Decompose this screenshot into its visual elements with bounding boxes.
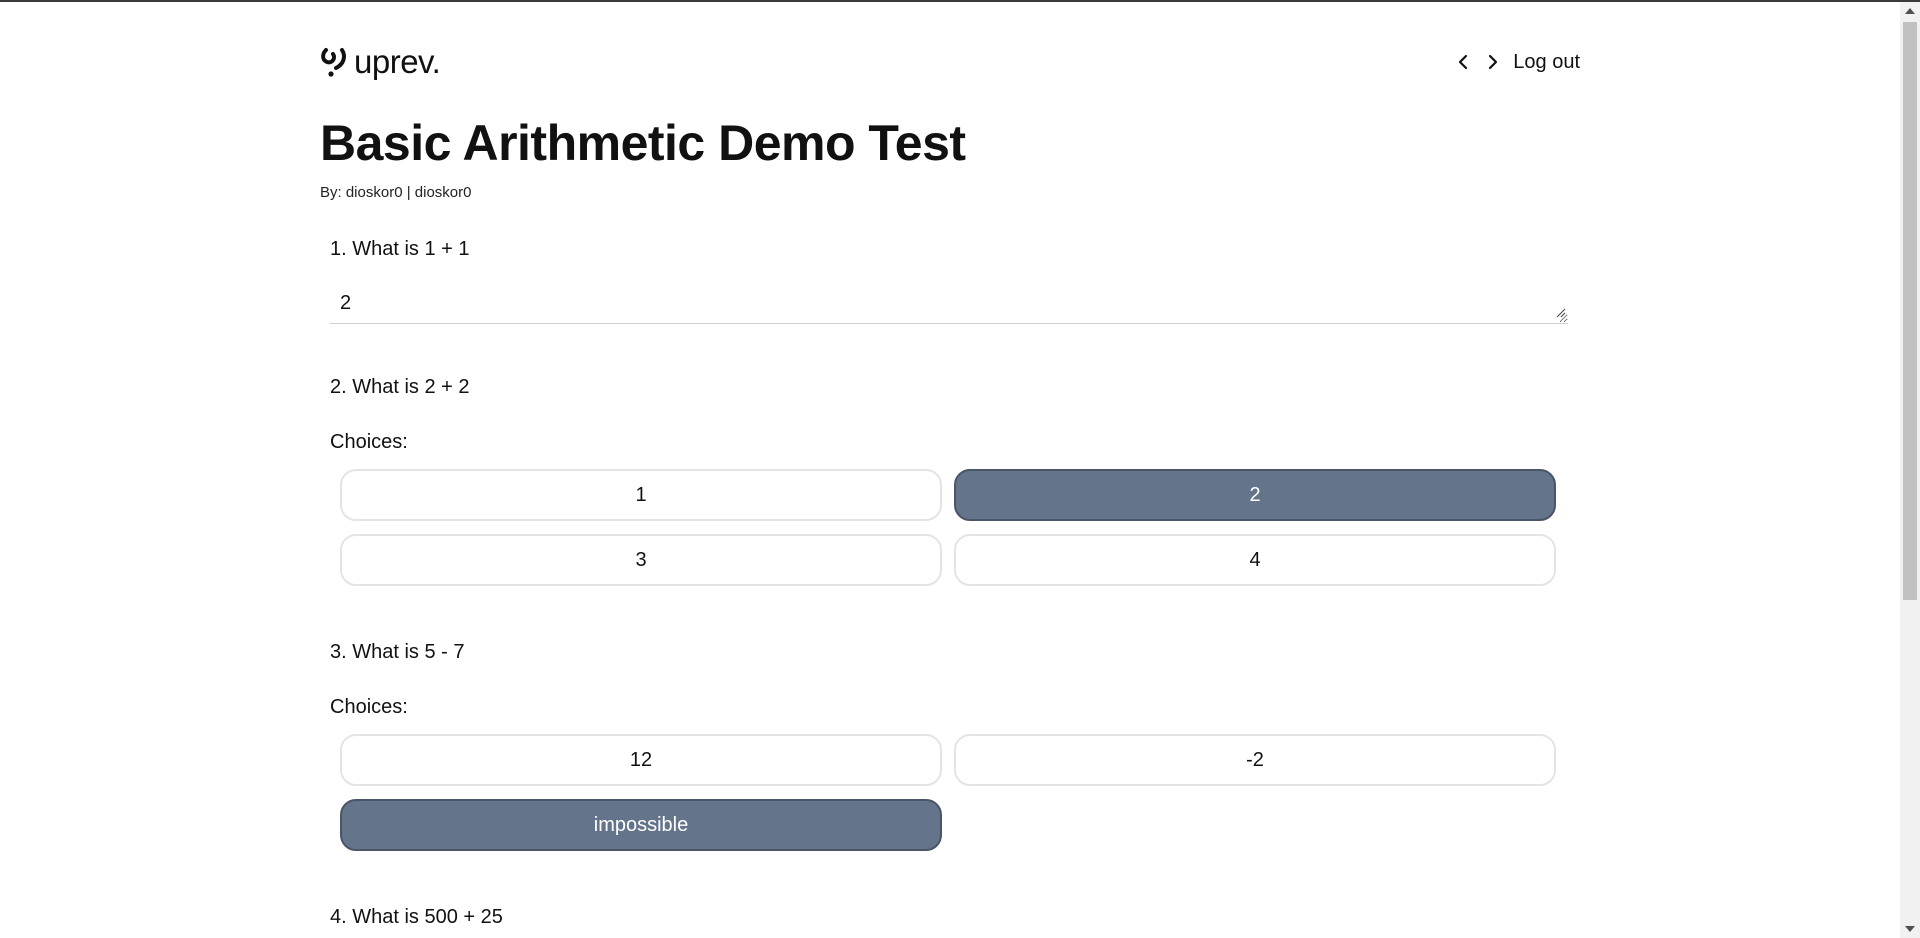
page-title: Basic Arithmetic Demo Test <box>320 115 966 171</box>
author-byline: By: dioskor0 | dioskor0 <box>320 184 472 201</box>
scroll-up-icon[interactable] <box>1905 8 1915 14</box>
logo[interactable]: uprev. <box>320 43 441 80</box>
resize-grip-icon[interactable] <box>1554 306 1566 318</box>
question-2-choice-3[interactable]: 3 <box>340 534 942 586</box>
question-3-text: 3. What is 5 - 7 <box>330 641 465 663</box>
header: uprev. Log out <box>320 43 1580 80</box>
question-4-text: 4. What is 500 + 25 <box>330 906 503 928</box>
logo-text: uprev. <box>354 43 441 80</box>
question-2-choices-label: Choices: <box>330 431 408 453</box>
scroll-down-icon[interactable] <box>1905 926 1915 932</box>
question-2-choice-4[interactable]: 4 <box>954 534 1556 586</box>
page-container: uprev. Log out Basic Arithmetic Demo Tes… <box>320 0 1580 938</box>
question-2-choice-2-selected[interactable]: 2 <box>954 469 1556 521</box>
question-3-choice-3-selected[interactable]: impossible <box>340 799 942 851</box>
logo-mark-icon <box>321 48 346 77</box>
scrollbar-thumb[interactable] <box>1903 22 1917 600</box>
question-2-text: 2. What is 2 + 2 <box>330 376 470 398</box>
chevron-right-icon[interactable] <box>1483 48 1503 76</box>
header-nav: Log out <box>1453 48 1580 76</box>
logout-link[interactable]: Log out <box>1513 51 1580 74</box>
question-3-choice-1[interactable]: 12 <box>340 734 942 786</box>
question-3-choice-2[interactable]: -2 <box>954 734 1556 786</box>
page-scrollbar[interactable] <box>1900 2 1920 938</box>
question-2-choice-1[interactable]: 1 <box>340 469 942 521</box>
question-3-choices-label: Choices: <box>330 696 408 718</box>
question-1-answer-field[interactable]: 2 <box>330 282 1568 324</box>
chevron-left-icon[interactable] <box>1453 48 1473 76</box>
question-1-text: 1. What is 1 + 1 <box>330 238 470 260</box>
